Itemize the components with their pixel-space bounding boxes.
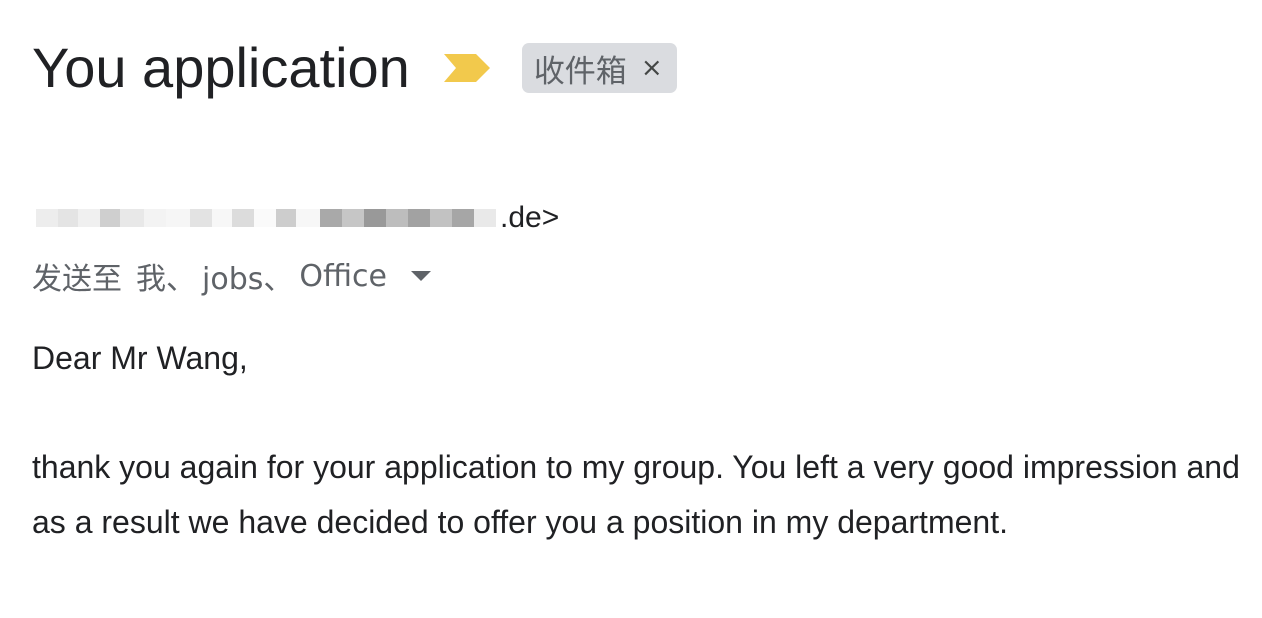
importance-marker-icon[interactable] bbox=[443, 52, 492, 84]
email-greeting: Dear Mr Wang, bbox=[32, 340, 248, 376]
recipient-jobs: jobs、 bbox=[202, 262, 294, 297]
remove-label-icon[interactable]: × bbox=[641, 53, 663, 83]
recipients-line: 发送至 我、 jobs、 Office bbox=[32, 252, 431, 300]
recipient-office: Office bbox=[299, 258, 387, 294]
label-text: 收件箱 bbox=[533, 53, 627, 90]
sender-email-suffix: .de> bbox=[500, 201, 560, 234]
email-subject: You application bbox=[32, 36, 410, 99]
sender-line: .de> bbox=[36, 196, 559, 240]
recipients-prefix: 发送至 bbox=[32, 262, 122, 297]
redacted-sender-address bbox=[36, 196, 496, 240]
email-body-paragraph: thank you again for your application to … bbox=[32, 449, 1240, 540]
inbox-label-chip[interactable]: 收件箱 × bbox=[521, 43, 677, 93]
caret-down-icon[interactable] bbox=[410, 271, 431, 281]
subject-header: You application 收件箱 × bbox=[32, 30, 677, 106]
recipient-me: 我、 bbox=[136, 262, 196, 297]
